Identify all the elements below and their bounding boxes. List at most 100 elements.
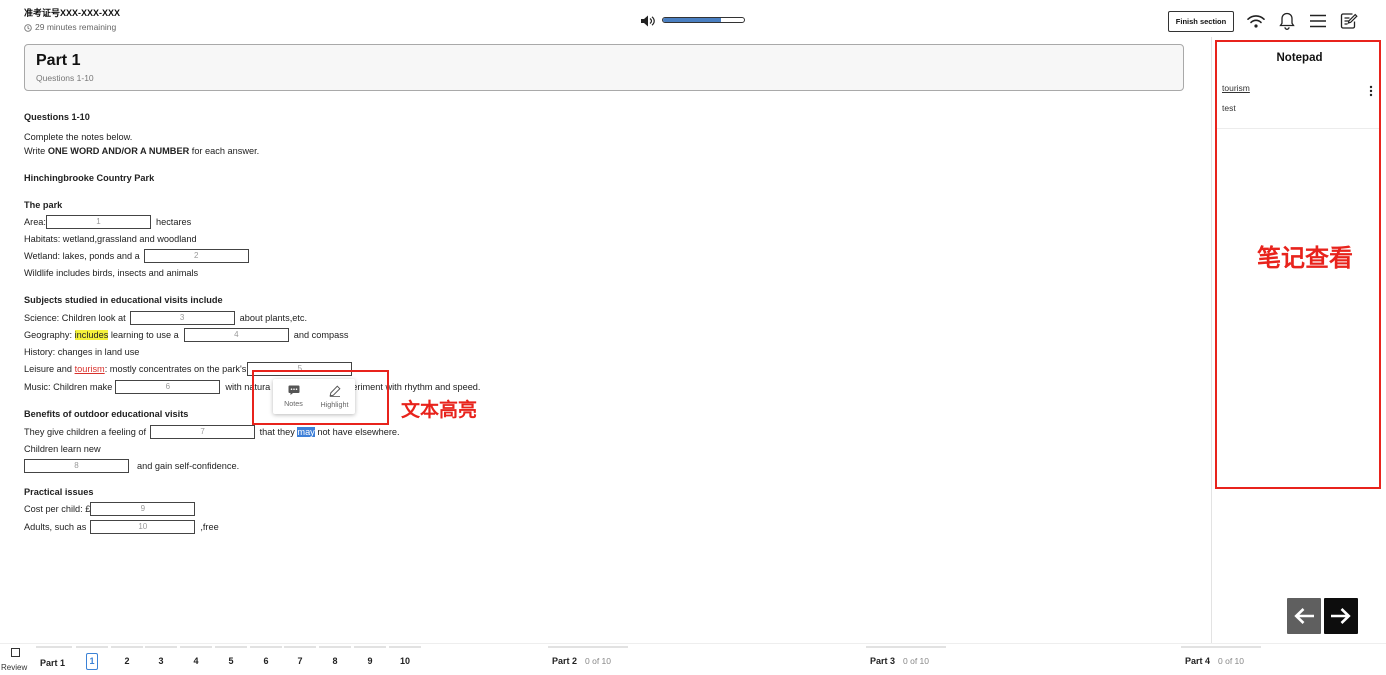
popup-notes-label: Notes bbox=[284, 399, 303, 408]
candidate-id: 准考证号XXX-XXX-XXX bbox=[24, 8, 121, 18]
selected-text[interactable]: may bbox=[297, 427, 315, 437]
arrow-right-icon bbox=[1331, 608, 1351, 624]
answer-input-4[interactable] bbox=[183, 327, 289, 342]
note-excerpt[interactable]: tourism bbox=[1222, 83, 1250, 94]
note-text: that they bbox=[257, 427, 298, 437]
question-number: 9 bbox=[367, 656, 373, 666]
answer-input-1[interactable] bbox=[45, 214, 151, 229]
part-2-tab[interactable]: Part 2 0 of 10 bbox=[548, 646, 628, 674]
speaker-icon[interactable] bbox=[641, 14, 655, 27]
note-text: Cost per child: £ bbox=[24, 504, 91, 514]
instruction-emphasis: ONE WORD AND/OR A NUMBER bbox=[47, 146, 190, 156]
part-title: Part 1 bbox=[36, 52, 81, 69]
highlighted-text[interactable]: includes bbox=[74, 330, 109, 340]
instruction-word-limit: Write ONE WORD AND/OR A NUMBER for each … bbox=[24, 143, 259, 159]
notepad-icon[interactable] bbox=[1339, 11, 1359, 31]
note-line-confidence: and gain self-confidence. bbox=[24, 458, 239, 474]
wifi-icon[interactable] bbox=[1246, 11, 1266, 31]
note-text: ,free bbox=[200, 522, 219, 532]
question-button[interactable]: 1 bbox=[76, 646, 108, 674]
question-button[interactable]: 3 bbox=[145, 646, 177, 674]
previous-button[interactable] bbox=[1287, 598, 1321, 634]
next-button[interactable] bbox=[1324, 598, 1358, 634]
question-button[interactable]: 9 bbox=[354, 646, 386, 674]
review-label: Review bbox=[1, 663, 28, 672]
answer-input-2[interactable] bbox=[143, 248, 249, 263]
clock-icon bbox=[24, 23, 32, 32]
note-text: Music: Children make bbox=[24, 382, 113, 392]
noted-text-link[interactable]: tourism bbox=[75, 364, 105, 374]
part-subtitle: Questions 1-10 bbox=[36, 73, 94, 83]
comment-icon bbox=[288, 385, 299, 395]
volume-slider[interactable] bbox=[662, 17, 745, 23]
note-line-music: Music: Children make with natura eriment w… bbox=[24, 379, 480, 395]
question-number: 7 bbox=[297, 656, 303, 666]
note-line-habitats: Habitats: wetland,grassland and woodland bbox=[24, 234, 197, 244]
question-number: 3 bbox=[158, 656, 164, 666]
note-line-geography: Geography: includes learning to use a and… bbox=[24, 327, 348, 343]
note-line-wildlife: Wildlife includes birds, insects and ani… bbox=[24, 268, 199, 278]
part-4-tab[interactable]: Part 4 0 of 10 bbox=[1181, 646, 1261, 674]
answer-input-9[interactable] bbox=[90, 501, 196, 516]
note-divider bbox=[1217, 128, 1381, 129]
note-text: about plants,etc. bbox=[239, 313, 308, 323]
arrow-left-icon bbox=[1294, 608, 1314, 624]
part-label: Part 2 bbox=[552, 656, 578, 666]
popup-highlight-button[interactable]: Highlight bbox=[314, 379, 355, 414]
question-number: 6 bbox=[263, 656, 269, 666]
annotation-caption-highlight: 文本高亮 bbox=[401, 400, 478, 421]
note-line-cost: Cost per child: £ bbox=[24, 501, 200, 517]
answer-input-3[interactable] bbox=[129, 310, 235, 325]
annotation-caption-notepad: 笔记查看 bbox=[1257, 245, 1353, 272]
notes-title: Hinchingbrooke Country Park bbox=[24, 173, 155, 183]
note-text: not have elsewhere. bbox=[314, 427, 400, 437]
note-text: Science: Children look at bbox=[24, 313, 126, 323]
question-button[interactable]: 8 bbox=[319, 646, 351, 674]
section-heading-subjects: Subjects studied in educational visits i… bbox=[24, 295, 223, 305]
finish-section-button[interactable]: Finish section bbox=[1168, 11, 1234, 32]
question-number: 1 bbox=[86, 653, 98, 670]
part-3-tab[interactable]: Part 3 0 of 10 bbox=[866, 646, 946, 674]
part-label: Part 3 bbox=[870, 656, 896, 666]
question-button[interactable]: 5 bbox=[215, 646, 247, 674]
answer-input-5[interactable] bbox=[247, 361, 353, 376]
answer-input-7[interactable] bbox=[150, 424, 256, 439]
time-remaining: 29 minutes remaining bbox=[24, 22, 116, 33]
note-line-area: Area: hectares bbox=[24, 214, 191, 230]
note-text: eriment with rhythm and speed. bbox=[352, 382, 481, 392]
answer-input-8[interactable] bbox=[24, 458, 129, 473]
note-line-history: History: changes in land use bbox=[24, 347, 140, 357]
menu-icon[interactable] bbox=[1308, 11, 1328, 31]
note-text: Wetland: lakes, ponds and a bbox=[24, 251, 140, 261]
answer-input-10[interactable] bbox=[90, 519, 196, 534]
note-line-science: Science: Children look at about plants,et… bbox=[24, 310, 307, 326]
part-progress: 0 of 10 bbox=[903, 656, 930, 666]
question-number: 10 bbox=[399, 656, 410, 666]
note-line-learn: Children learn new bbox=[24, 444, 101, 454]
answer-input-6[interactable] bbox=[115, 379, 221, 394]
part-progress: 0 of 10 bbox=[1218, 656, 1245, 666]
note-more-icon[interactable] bbox=[1368, 84, 1374, 97]
note-text: Adults, such as bbox=[24, 522, 87, 532]
question-button[interactable]: 7 bbox=[284, 646, 316, 674]
instruction-text: Write bbox=[24, 146, 48, 156]
note-line-leisure: Leisure and tourism: mostly concentrates… bbox=[24, 361, 357, 377]
popup-notes-button[interactable]: Notes bbox=[273, 379, 314, 414]
note-text-content[interactable]: test bbox=[1222, 103, 1236, 114]
question-navigator: Review Part 1 1 2 3 4 5 6 7 8 9 10 Part … bbox=[0, 643, 1386, 675]
bell-icon[interactable] bbox=[1277, 11, 1297, 31]
questions-heading: Questions 1-10 bbox=[24, 112, 90, 122]
part-1-tab[interactable]: Part 1 bbox=[36, 646, 72, 674]
section-heading-practical: Practical issues bbox=[24, 487, 94, 497]
note-text: Geography: bbox=[24, 330, 75, 340]
time-remaining-text: 29 minutes remaining bbox=[35, 22, 117, 32]
question-number: 4 bbox=[193, 656, 199, 666]
question-button[interactable]: 6 bbox=[250, 646, 282, 674]
question-button[interactable]: 2 bbox=[111, 646, 143, 674]
instruction-text: for each answer. bbox=[189, 146, 260, 156]
question-button[interactable]: 10 bbox=[389, 646, 421, 674]
part-progress: 0 of 10 bbox=[585, 656, 612, 666]
question-button[interactable]: 4 bbox=[180, 646, 212, 674]
review-checkbox[interactable] bbox=[11, 648, 20, 657]
popup-highlight-label: Highlight bbox=[320, 399, 349, 409]
